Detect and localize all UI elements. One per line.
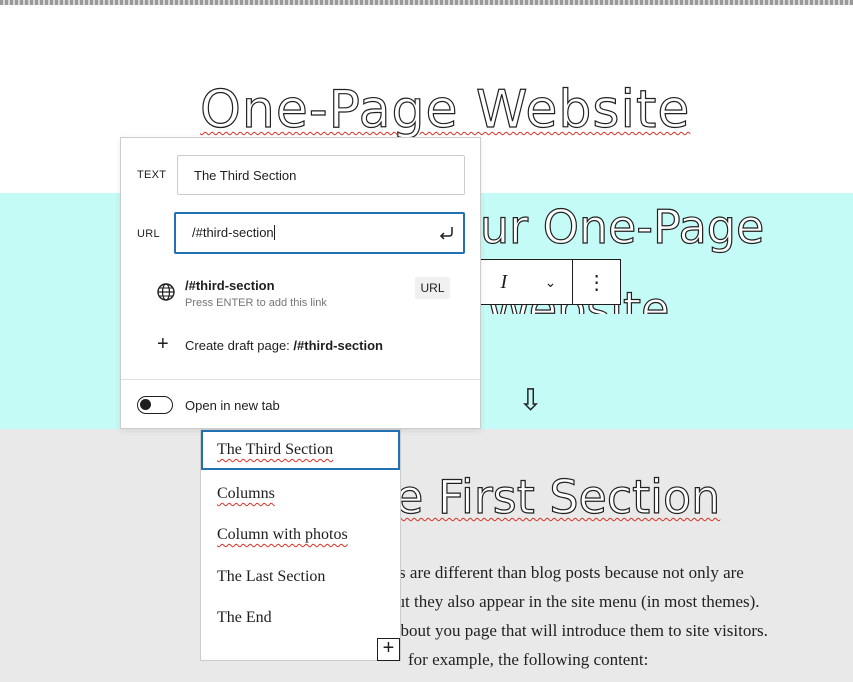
anchor-item[interactable]: The End bbox=[201, 598, 400, 638]
popover-divider bbox=[121, 379, 480, 380]
top-dashed-border bbox=[0, 0, 853, 5]
anchor-item[interactable]: The Last Section bbox=[201, 557, 400, 597]
block-toolbar: I ⌄ ⋮ bbox=[478, 259, 621, 305]
url-type-badge: URL bbox=[415, 277, 450, 299]
anchor-item[interactable]: The Third Section bbox=[201, 430, 400, 470]
anchor-item[interactable]: Columns bbox=[201, 474, 400, 514]
anchor-item[interactable]: Column with photos bbox=[201, 515, 400, 555]
suggestion-title: /#third-section bbox=[185, 278, 275, 293]
open-new-tab-label: Open in new tab bbox=[185, 398, 280, 413]
link-text-input[interactable]: The Third Section bbox=[177, 155, 465, 195]
suggestion-hint: Press ENTER to add this link bbox=[185, 297, 327, 309]
plus-icon: + bbox=[157, 333, 169, 355]
first-section-heading[interactable]: e First Section bbox=[394, 469, 720, 524]
url-field-label: URL bbox=[137, 228, 160, 240]
create-draft-label: Create draft page: /#third-section bbox=[185, 338, 383, 353]
globe-icon bbox=[157, 283, 175, 301]
url-input-value: /#third-section bbox=[192, 225, 275, 240]
toggle-knob bbox=[140, 399, 151, 410]
block-inserter-plus-icon[interactable]: + bbox=[377, 638, 400, 661]
anchor-suggestions-menu: The Third Section Columns Column with ph… bbox=[200, 429, 401, 661]
link-popover: TEXT The Third Section URL /#third-secti… bbox=[120, 137, 481, 429]
down-arrow-icon: ⇩ bbox=[518, 384, 544, 417]
link-suggestion[interactable]: /#third-section Press ENTER to add this … bbox=[151, 275, 451, 315]
open-new-tab-toggle[interactable] bbox=[137, 396, 173, 414]
text-field-label: TEXT bbox=[137, 169, 167, 181]
link-url-input[interactable]: /#third-section bbox=[174, 212, 465, 254]
site-title[interactable]: One-Page Website bbox=[199, 79, 690, 140]
italic-button[interactable]: I bbox=[479, 260, 529, 304]
hero-heading[interactable]: ur One-Page bbox=[479, 199, 765, 254]
submit-enter-icon[interactable] bbox=[437, 224, 455, 242]
create-draft-page-button[interactable]: + Create draft page: /#third-section bbox=[151, 333, 451, 363]
more-formatting-chevron-icon[interactable]: ⌄ bbox=[529, 260, 573, 304]
more-options-icon[interactable]: ⋮ bbox=[573, 260, 620, 304]
